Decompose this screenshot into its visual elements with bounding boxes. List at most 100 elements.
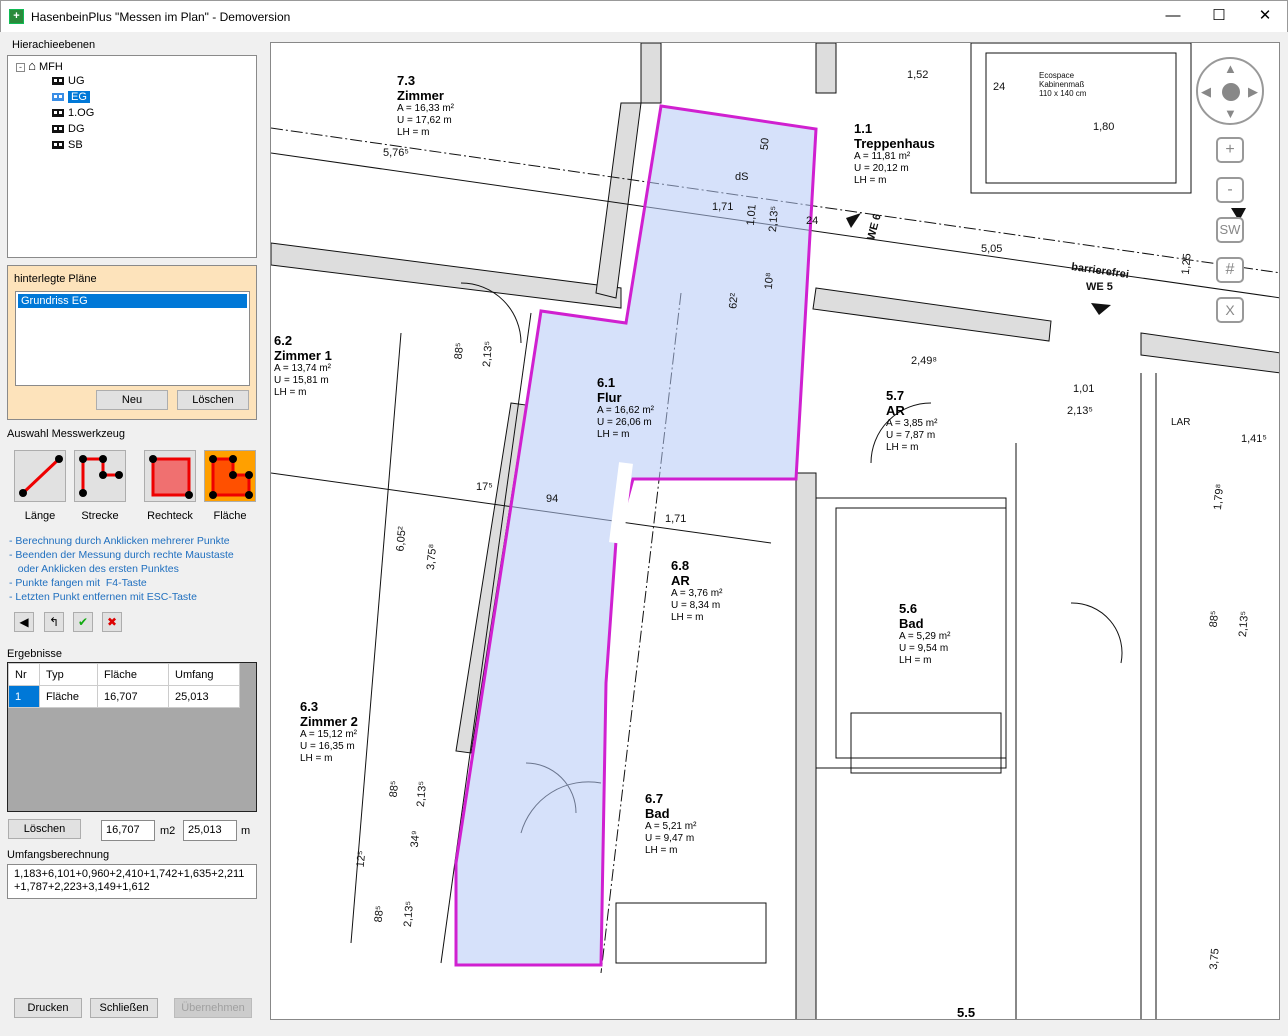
minimize-button[interactable]: — — [1150, 1, 1196, 33]
dim-label: 2,13⁵ — [401, 900, 417, 928]
col-flaeche[interactable]: Fläche — [97, 663, 169, 686]
sw-button[interactable]: SW — [1216, 217, 1244, 243]
floor-plan-drawing — [271, 43, 1279, 1019]
tree-root[interactable]: - ⌂ MFH — [16, 59, 63, 73]
plans-label: hinterlegte Pläne — [14, 273, 97, 285]
cancel-button[interactable]: ✖ — [102, 612, 122, 632]
table-row[interactable]: 1 Fläche 16,707 25,013 — [8, 685, 240, 708]
zoom-in-button[interactable]: + — [1216, 137, 1244, 163]
x-icon: ✖ — [106, 615, 118, 629]
dim-label: 12⁵ — [354, 850, 369, 868]
cell-typ[interactable]: Fläche — [39, 685, 98, 708]
dim-label: 88⁵ — [452, 342, 467, 360]
plan-label: Ecospace Kabinenmaß 110 x 140 cm — [1039, 71, 1087, 98]
cell-nr[interactable]: 1 — [8, 685, 40, 708]
dim-label: 34⁹ — [408, 830, 423, 848]
tree-item-1og[interactable]: 1.OG — [52, 106, 94, 120]
room-label: 6.2 Zimmer 1A = 13,74 m² U = 15,81 m LH = m — [274, 333, 332, 398]
floor-icon — [52, 125, 64, 134]
hint-line: oder Anklicken des ersten Punktes — [9, 563, 179, 575]
col-umfang[interactable]: Umfang — [168, 663, 240, 686]
zoom-out-button[interactable]: - — [1216, 177, 1244, 203]
tool-area-label: Fläche — [213, 510, 247, 522]
area-tool-icon — [209, 455, 253, 499]
dim-label: 24 — [993, 81, 1006, 93]
dim-label: 2,13⁵ — [766, 205, 782, 233]
col-nr[interactable]: Nr — [8, 663, 40, 686]
area-field[interactable]: 16,707 — [101, 820, 155, 841]
pan-left-icon[interactable]: ◀ — [1201, 84, 1211, 100]
hint-line: - Punkte fangen mit F4-Taste — [9, 577, 147, 589]
results-label: Ergebnisse — [7, 648, 63, 660]
pan-right-icon[interactable]: ▶ — [1248, 84, 1258, 100]
tree-item-dg[interactable]: DG — [52, 122, 85, 136]
pan-up-icon[interactable]: ▲ — [1224, 61, 1237, 76]
dim-label: 5,76⁵ — [383, 147, 409, 159]
delete-plan-button[interactable]: Löschen — [177, 390, 249, 410]
col-typ[interactable]: Typ — [39, 663, 98, 686]
hierarchy-tree[interactable]: - ⌂ MFH UG EG 1.OG DG SB — [7, 55, 257, 258]
plan-label: dS — [735, 171, 749, 183]
dim-label: 3,75⁸ — [424, 543, 440, 571]
hint-line: - Beenden der Messung durch rechte Maust… — [9, 549, 234, 561]
house-icon: ⌂ — [28, 58, 36, 73]
close-view-button[interactable]: X — [1216, 297, 1244, 323]
perimeter-calc-text: 1,183+6,101+0,960+2,410+1,742+1,635+2,21… — [7, 864, 257, 899]
left-panel: Hierachieebenen - ⌂ MFH UG EG 1.OG DG SB… — [0, 32, 270, 1036]
room-label: 1.1 Treppenhaus A = 11,81 m² U = 20,12 m LH … — [854, 121, 935, 186]
grid-button[interactable]: # — [1216, 257, 1244, 283]
apply-button: Übernehmen — [174, 998, 252, 1018]
floor-plan-view[interactable]: 7.3 Zimmer A = 16,33 m² U = 17,62 m LH = m 1… — [270, 42, 1280, 1020]
polyline-tool-icon — [79, 455, 123, 497]
tool-length[interactable] — [14, 450, 66, 502]
tree-root-label: MFH — [38, 61, 63, 73]
tree-item-sb[interactable]: SB — [52, 138, 83, 152]
tree-item-label: EG — [68, 91, 90, 103]
close-button[interactable]: ✕ — [1242, 1, 1288, 33]
dim-label: 62² — [727, 292, 741, 310]
app-icon: + — [9, 9, 24, 24]
dim-label: 1,71 — [665, 513, 687, 525]
dim-label: 1,52 — [907, 69, 929, 81]
plan-label: LAR — [1171, 417, 1191, 428]
dim-label: 3,75 — [1207, 947, 1222, 971]
dim-label: 2,13⁵ — [1236, 610, 1252, 638]
collapse-icon[interactable]: - — [16, 63, 25, 72]
print-button[interactable]: Drucken — [14, 998, 82, 1018]
delete-result-button[interactable]: Löschen — [8, 819, 81, 839]
perimeter-field[interactable]: 25,013 — [183, 820, 237, 841]
room-label: 5.6 Bad A = 5,29 m² U = 9,54 m LH = m — [899, 601, 951, 666]
close-dialog-button[interactable]: Schließen — [90, 998, 158, 1018]
plans-list[interactable]: Grundriss EG — [15, 291, 250, 386]
dim-label: 1,80 — [1093, 121, 1115, 133]
dim-label: 1,41⁵ — [1241, 433, 1267, 445]
tool-polyline[interactable] — [74, 450, 126, 502]
pan-control[interactable]: ▲ ◀ ▶ ▼ — [1196, 57, 1264, 125]
room-label: 6.8 AR A = 3,76 m² U = 8,34 m LH = m — [671, 558, 723, 623]
confirm-button[interactable]: ✔ — [73, 612, 93, 632]
plan-item[interactable]: Grundriss EG — [18, 294, 247, 308]
tree-item-ug[interactable]: UG — [52, 74, 85, 88]
dim-label: 88⁵ — [387, 780, 402, 798]
dim-label: 2,13⁵ — [414, 780, 430, 808]
room-label: 5.7 AR A = 3,85 m² U = 7,87 m LH = m — [886, 388, 938, 453]
tool-rectangle[interactable] — [144, 450, 196, 502]
dim-label: 94 — [546, 493, 559, 505]
pan-down-icon[interactable]: ▼ — [1224, 106, 1237, 121]
dim-label: 2,13⁵ — [1067, 405, 1093, 417]
results-table[interactable]: Nr Typ Fläche Umfang 1 Fläche 16,707 25,013 — [7, 662, 257, 812]
floor-icon — [52, 77, 64, 86]
cell-umfang[interactable]: 25,013 — [168, 685, 240, 708]
maximize-button[interactable]: ☐ — [1196, 1, 1242, 33]
cell-flaeche[interactable]: 16,707 — [97, 685, 169, 708]
room-label: 7.3 Zimmer A = 16,33 m² U = 17,62 m LH = m — [397, 73, 454, 138]
dim-label: 2,49⁸ — [911, 355, 938, 367]
hint-line: - Berechnung durch Anklicken mehrerer Pu… — [9, 535, 230, 547]
tool-length-label: Länge — [24, 510, 56, 522]
sound-button[interactable]: ◀ — [14, 612, 34, 632]
tool-area[interactable] — [204, 450, 256, 502]
tree-item-eg[interactable]: EG — [52, 90, 90, 104]
new-plan-button[interactable]: Neu — [96, 390, 168, 410]
pan-center-icon[interactable] — [1222, 83, 1240, 101]
undo-button[interactable]: ↰ — [44, 612, 64, 632]
